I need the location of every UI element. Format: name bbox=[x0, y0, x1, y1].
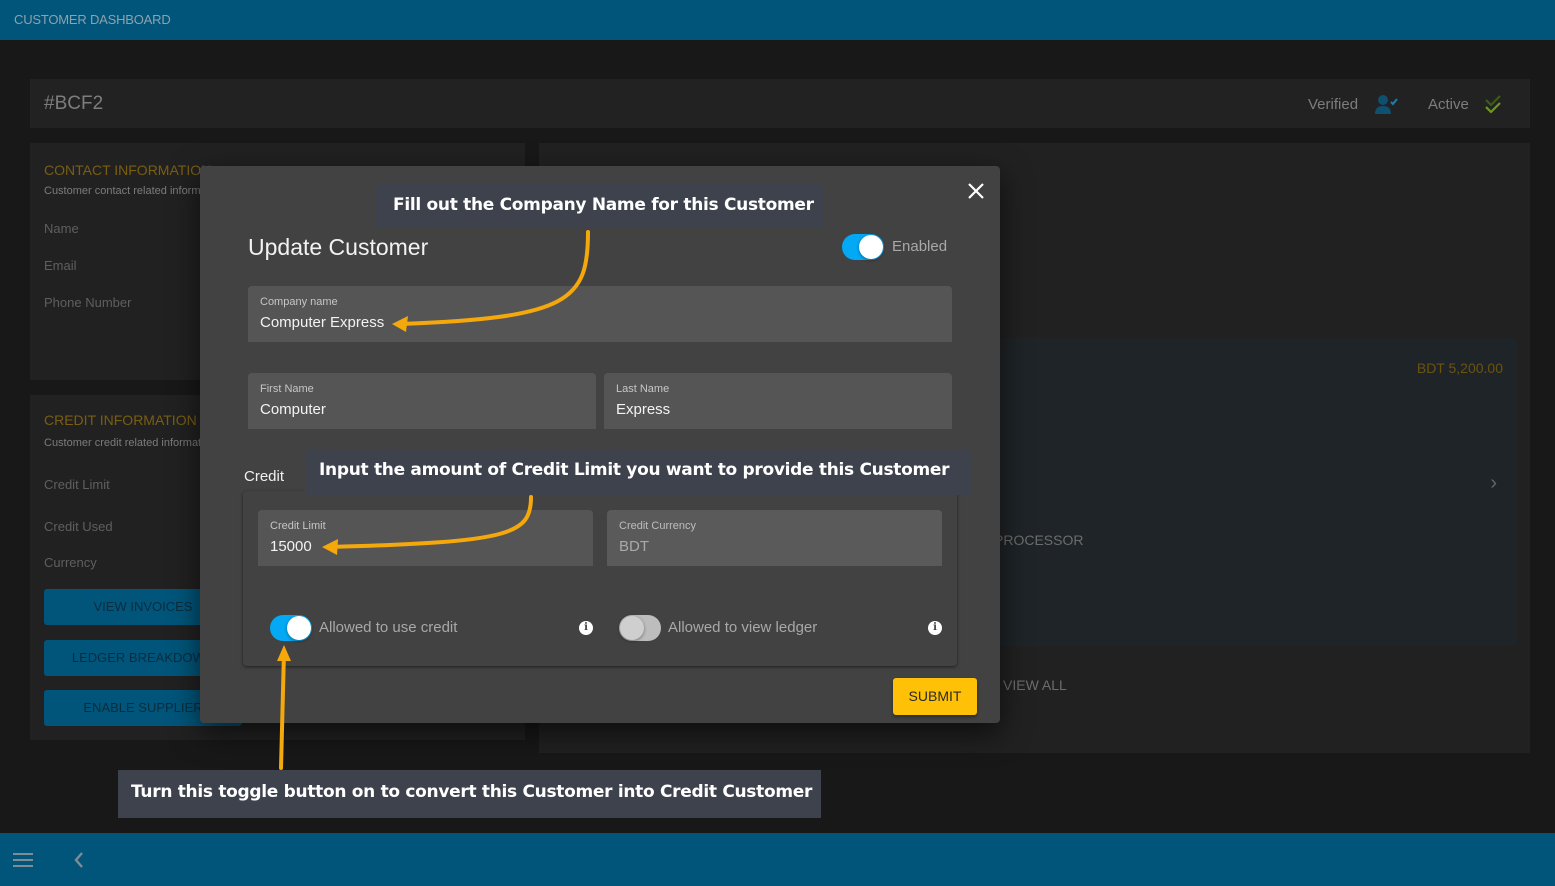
first-name-value: Computer bbox=[260, 401, 326, 418]
info-icon[interactable]: i bbox=[579, 621, 593, 635]
credit-settings-box: Credit Limit 15000 Credit Currency BDT A… bbox=[243, 491, 957, 666]
submit-button[interactable]: SUBMIT bbox=[893, 678, 977, 715]
allowed-to-use-credit-toggle[interactable] bbox=[270, 615, 312, 641]
close-icon[interactable] bbox=[965, 180, 987, 202]
bottom-bar bbox=[0, 833, 1555, 886]
hamburger-menu-icon[interactable] bbox=[13, 852, 33, 868]
first-name-label: First Name bbox=[260, 383, 314, 395]
customer-header: #BCF2 Verified Active bbox=[30, 79, 1530, 128]
credit-used-label: Credit Used bbox=[44, 519, 113, 534]
active-label: Active bbox=[1428, 96, 1469, 113]
enabled-toggle[interactable] bbox=[842, 234, 884, 260]
chevron-right-icon[interactable]: › bbox=[1490, 472, 1497, 495]
info-icon[interactable]: i bbox=[928, 621, 942, 635]
phone-label: Phone Number bbox=[44, 295, 132, 310]
order-amount: BDT 5,200.00 bbox=[1416, 360, 1503, 376]
company-name-field[interactable]: Company name Computer Express bbox=[248, 286, 952, 342]
double-check-icon bbox=[1485, 95, 1501, 114]
email-label: Email bbox=[44, 258, 77, 273]
credit-limit-label: Credit Limit bbox=[270, 520, 326, 532]
currency-label: Currency bbox=[44, 555, 97, 570]
credit-limit-value: 15000 bbox=[270, 538, 312, 555]
contact-section-subtitle: Customer contact related information bbox=[44, 185, 225, 197]
credit-currency-value: BDT bbox=[619, 538, 649, 555]
enabled-label: Enabled bbox=[892, 238, 948, 255]
name-label: Name bbox=[44, 221, 79, 236]
customer-id: #BCF2 bbox=[44, 93, 104, 114]
credit-currency-label: Credit Currency bbox=[619, 520, 697, 532]
user-check-icon bbox=[1375, 95, 1398, 114]
top-app-bar: CUSTOMER DASHBOARD bbox=[0, 0, 1555, 40]
dialog-title: Update Customer bbox=[248, 234, 429, 260]
credit-currency-field: Credit Currency BDT bbox=[607, 510, 942, 566]
update-customer-dialog: Update Customer Enabled Company name Com… bbox=[200, 166, 1000, 723]
callout-company-name: Fill out the Company Name for this Custo… bbox=[375, 184, 823, 228]
chevron-left-icon[interactable] bbox=[72, 851, 86, 869]
first-name-field[interactable]: First Name Computer bbox=[248, 373, 596, 429]
callout-credit-limit: Input the amount of Credit Limit you wan… bbox=[305, 449, 971, 495]
contact-section-title: CONTACT INFORMATION bbox=[44, 162, 212, 178]
order-status: PROCESSOR bbox=[994, 532, 1084, 548]
credit-section-title: CREDIT INFORMATION bbox=[44, 412, 197, 428]
toggle-knob bbox=[287, 616, 311, 640]
credit-limit-label: Credit Limit bbox=[44, 477, 110, 492]
toggle-knob bbox=[620, 616, 644, 640]
last-name-field[interactable]: Last Name Express bbox=[604, 373, 952, 429]
allowed-to-use-credit-label: Allowed to use credit bbox=[319, 619, 458, 636]
company-name-value: Computer Express bbox=[260, 314, 385, 331]
callout-toggle: Turn this toggle button on to convert th… bbox=[118, 770, 821, 818]
toggle-knob bbox=[859, 235, 883, 259]
credit-heading: Credit bbox=[244, 468, 285, 485]
allowed-to-view-ledger-toggle[interactable] bbox=[619, 615, 661, 641]
last-name-value: Express bbox=[616, 401, 671, 418]
credit-section-subtitle: Customer credit related information bbox=[44, 437, 216, 449]
view-all-link[interactable]: VIEW ALL bbox=[1003, 677, 1067, 693]
credit-limit-field[interactable]: Credit Limit 15000 bbox=[258, 510, 593, 566]
company-name-label: Company name bbox=[260, 296, 338, 308]
verified-label: Verified bbox=[1308, 96, 1359, 113]
last-name-label: Last Name bbox=[616, 383, 670, 395]
allowed-to-view-ledger-label: Allowed to view ledger bbox=[668, 619, 818, 636]
dashboard-title: CUSTOMER DASHBOARD bbox=[14, 12, 171, 27]
